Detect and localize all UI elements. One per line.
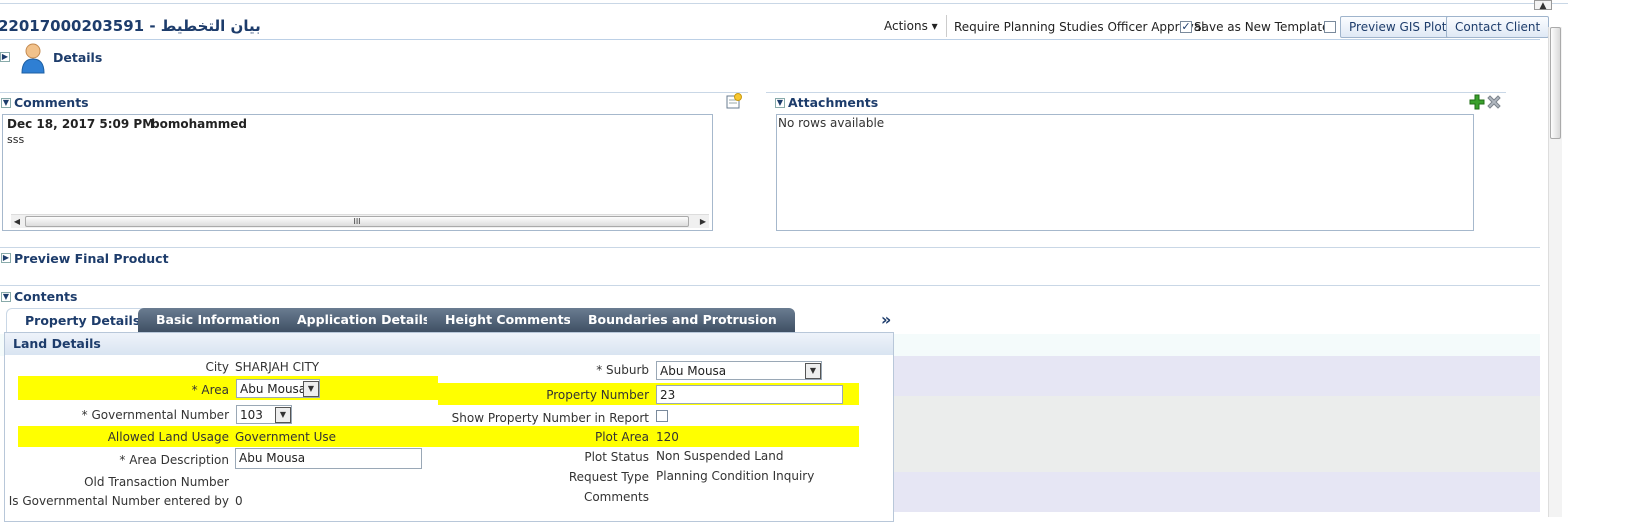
attachments-table: No rows available [776,114,1474,231]
tab-basic-information[interactable]: Basic Information [138,308,299,332]
gov-entered-value: 0 [235,494,243,508]
comments-hscrollbar[interactable]: ◀ III ▶ [11,214,709,228]
preview-final-disclosure-icon[interactable]: ▶ [1,253,11,263]
toolbar-separator [946,15,947,37]
area-description-input[interactable]: Abu Mousa [235,448,422,469]
plot-status-label: Plot Status [584,450,649,464]
gov-number-label: * Governmental Number [81,408,229,422]
page-vscrollbar[interactable] [1548,27,1562,517]
contents-band-4 [893,472,1540,512]
area-dropdown-icon[interactable]: ▼ [303,381,319,397]
area-label: * Area [191,383,229,397]
add-comment-icon[interactable] [726,93,742,109]
attachments-title: Attachments [788,95,879,110]
suburb-label: * Suburb [596,363,649,377]
suburb-select-value: Abu Mousa [660,364,727,378]
suburb-dropdown-icon[interactable]: ▼ [805,363,821,379]
tab-application-details[interactable]: Application Details [279,308,449,332]
comments-title: Comments [14,95,89,110]
area-description-label: * Area Description [119,453,229,467]
scroll-left-arrow-icon[interactable]: ◀ [11,215,23,228]
city-value: SHARJAH CITY [235,360,320,374]
show-property-label: Show Property Number in Report [451,411,649,425]
top-divider [0,3,1568,4]
allowed-usage-value: Government Use [235,430,337,444]
plot-area-value: 120 [656,430,679,444]
attachments-header-line [766,92,1506,93]
contents-disclosure-icon[interactable]: ▼ [1,292,11,302]
comments-header-line [0,92,748,93]
scroll-thumb[interactable]: III [25,216,689,227]
preview-gis-checkbox[interactable] [1324,21,1336,33]
tab-property-details[interactable]: Property Details [6,308,160,332]
tab-boundaries-protrusion[interactable]: Boundaries and Protrusion [570,308,795,332]
page-title: 22017000203591 - بيان التخطيط [0,17,261,35]
vscroll-thumb[interactable] [1550,27,1561,139]
request-type-label: Request Type [568,470,649,484]
details-disclosure-icon[interactable]: ▶ [0,52,10,62]
require-approval-label: Require Planning Studies Officer Approva… [954,20,1205,34]
preview-final-line [0,247,1540,248]
contents-band-3 [893,396,1540,472]
gov-number-dropdown-icon[interactable]: ▼ [275,407,291,423]
save-template-label: Save as New Template [1194,20,1330,34]
comment-date: Dec 18, 2017 5:09 PM [7,117,155,131]
add-icon[interactable] [1469,94,1485,110]
user-icon [19,42,47,74]
request-type-value: Planning Condition Inquiry [656,469,815,483]
contents-header-line [0,285,1540,286]
plot-area-label: Plot Area [594,430,649,444]
attachments-disclosure-icon[interactable]: ▼ [775,98,785,108]
attachments-empty-text: No rows available [778,116,885,130]
comments-disclosure-icon[interactable]: ▼ [1,98,11,108]
header-divider [0,39,1540,40]
comments-field-label: Comments [583,490,649,504]
area-select-value: Abu Mousa [240,382,307,396]
delete-icon[interactable] [1486,94,1502,110]
preview-gis-button[interactable]: Preview GIS Plot [1340,16,1456,38]
save-template-checkbox[interactable] [1180,21,1192,33]
gov-number-value: 103 [240,408,263,422]
contact-client-button[interactable]: Contact Client [1446,16,1550,38]
comments-list: Dec 18, 2017 5:09 PM bomohammed sss ◀ II… [2,114,713,231]
show-property-checkbox[interactable] [656,410,668,422]
suburb-select[interactable]: Abu Mousa [656,361,822,380]
property-number-label: Property Number [546,388,649,402]
scroll-right-arrow-icon[interactable]: ▶ [697,215,709,228]
tabs-overflow-icon[interactable]: » [881,310,891,329]
comment-user: bomohammed [151,117,247,131]
actions-menu[interactable]: Actions ▾ [884,19,938,33]
property-number-input[interactable]: 23 [656,385,843,404]
land-details-title: Land Details [5,333,893,355]
tab-height-comments[interactable]: Height Comments [427,308,590,332]
contents-title: Contents [14,289,78,304]
gov-entered-label: Is Governmental Number entered by [8,494,229,508]
old-transaction-label: Old Transaction Number [84,475,229,489]
details-label[interactable]: Details [53,50,102,65]
contents-band-2 [893,356,1540,396]
allowed-usage-label: Allowed Land Usage [107,430,229,444]
plot-status-value: Non Suspended Land [656,449,784,463]
comment-text: sss [7,133,25,146]
vscroll-up-arrow-icon[interactable]: ▲ [1534,0,1552,11]
city-label: City [205,360,229,374]
preview-final-title[interactable]: Preview Final Product [14,251,169,266]
